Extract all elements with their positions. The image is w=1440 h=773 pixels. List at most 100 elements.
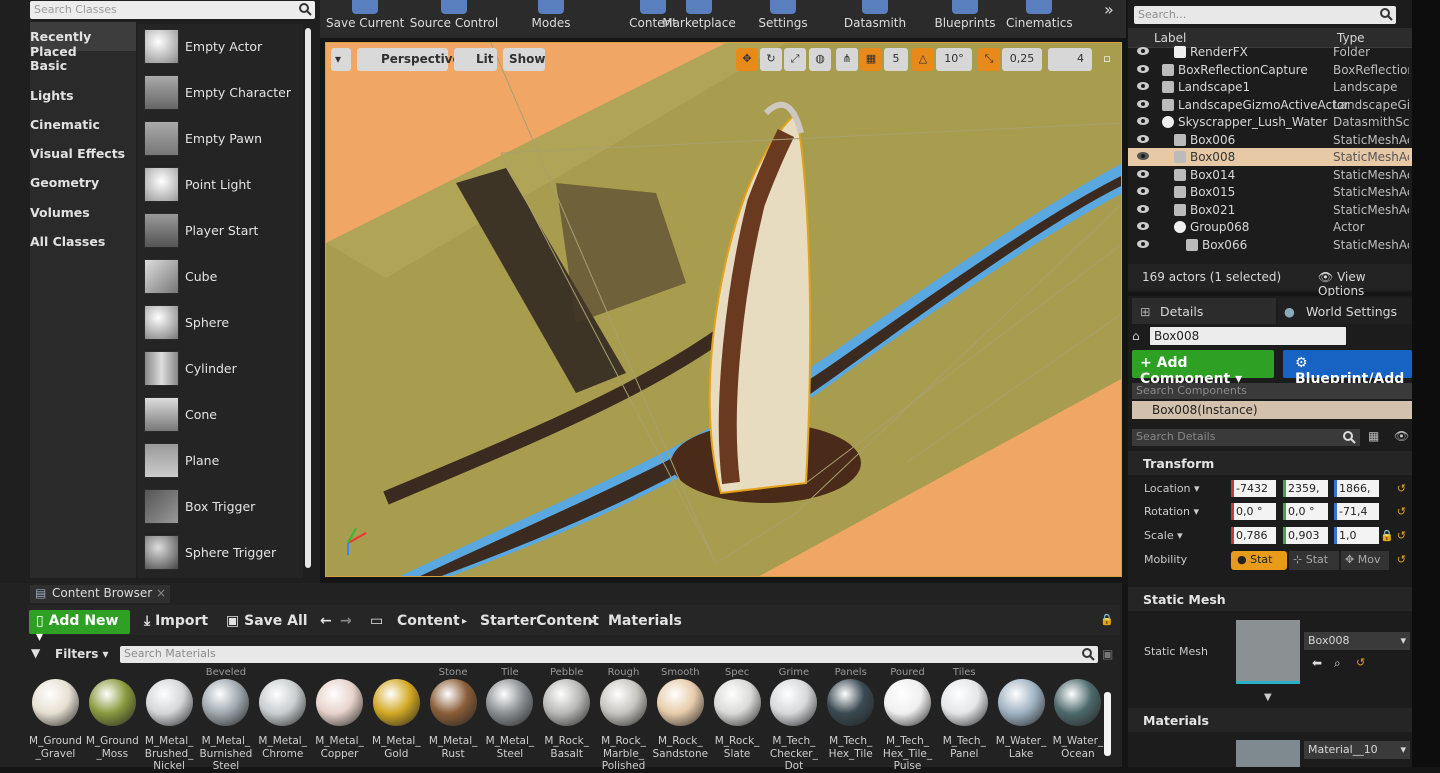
- scale-snap-value[interactable]: 0,25: [1002, 48, 1042, 71]
- visibility-eye-icon[interactable]: [1136, 116, 1150, 126]
- blueprint-add-button[interactable]: ⚙ Blueprint/Add: [1283, 350, 1412, 387]
- material-tile[interactable]: Smooth M_Rock_ Sandstone: [653, 667, 709, 767]
- content-scrollbar[interactable]: [1104, 692, 1111, 756]
- material-thumbnail[interactable]: [1236, 740, 1300, 767]
- expand-chevron-icon[interactable]: ▼: [1264, 692, 1272, 703]
- viewport-options-button[interactable]: ▾: [331, 48, 351, 71]
- visibility-eye-icon[interactable]: [1136, 221, 1150, 231]
- add-component-button[interactable]: + Add Component ▾: [1132, 350, 1274, 387]
- add-new-button[interactable]: ▯ Add New ▾: [29, 610, 130, 645]
- outliner-row[interactable]: Box015 StaticMeshActor: [1128, 183, 1412, 201]
- outliner-row[interactable]: Box014 StaticMeshActor: [1128, 166, 1412, 184]
- actor-cylinder[interactable]: Cylinder: [138, 346, 303, 390]
- material-tile[interactable]: Grime M_Tech_ Checker_ Dot: [766, 667, 821, 772]
- outliner-row[interactable]: Box006 StaticMeshActor: [1128, 131, 1412, 149]
- toolbar-cinematics-button[interactable]: Cinematics: [1006, 0, 1073, 38]
- location-z-field[interactable]: 1866,: [1334, 480, 1379, 497]
- material-dropdown[interactable]: Material__10 ▾: [1304, 741, 1410, 759]
- category-geometry[interactable]: Geometry: [30, 168, 136, 197]
- visibility-eye-icon[interactable]: [1136, 134, 1150, 144]
- toolbar-save-current-button[interactable]: Save Current: [326, 0, 404, 38]
- surface-snap-icon[interactable]: ⋔: [836, 48, 858, 71]
- visibility-eye-icon[interactable]: [1136, 99, 1150, 109]
- toolbar-blueprints-button[interactable]: Blueprints: [926, 0, 1004, 38]
- material-tile[interactable]: Panels M_Tech_ Hex_Tile: [823, 667, 878, 767]
- material-tile[interactable]: M_Ground _Moss: [85, 667, 140, 767]
- location-label[interactable]: Location ▾: [1144, 482, 1200, 495]
- rotation-label[interactable]: Rotation ▾: [1144, 505, 1199, 518]
- materials-section-header[interactable]: Materials: [1128, 708, 1412, 732]
- static-mesh-thumbnail[interactable]: [1236, 620, 1300, 684]
- reset-mesh-icon[interactable]: ↺: [1356, 656, 1365, 669]
- tab-details[interactable]: ⊞ Details: [1132, 298, 1276, 324]
- reset-mobility-icon[interactable]: ↺: [1397, 553, 1406, 566]
- world-local-icon[interactable]: ◍: [809, 48, 831, 71]
- material-tile[interactable]: Pebble M_Rock_ Basalt: [539, 667, 594, 767]
- material-tile[interactable]: Spec M_Rock_ Slate: [710, 667, 765, 767]
- toolbar-overflow-icon[interactable]: »: [1104, 0, 1114, 19]
- mobility-movable-option[interactable]: ✥ Mov: [1341, 551, 1389, 570]
- search-materials-input[interactable]: Search Materials: [120, 646, 1098, 663]
- reset-rotation-icon[interactable]: ↺: [1397, 505, 1406, 518]
- outliner-row[interactable]: Box021 StaticMeshActor: [1128, 201, 1412, 219]
- material-tile[interactable]: M_Metal_ Chrome: [255, 667, 310, 767]
- mobility-static-option[interactable]: ● Stat: [1231, 551, 1287, 570]
- category-volumes[interactable]: Volumes: [30, 198, 136, 227]
- lock-icon[interactable]: 🔒: [1100, 613, 1114, 626]
- grid-snap-icon[interactable]: ▦: [860, 48, 882, 71]
- scale-tool-icon[interactable]: ⤢: [784, 48, 806, 71]
- perspective-button[interactable]: Perspective: [357, 48, 461, 71]
- lit-button[interactable]: Lit: [454, 48, 497, 71]
- visibility-eye-icon[interactable]: [1136, 64, 1150, 74]
- grid-snap-value[interactable]: 5: [884, 48, 908, 71]
- material-tile[interactable]: Tile M_Metal_ Steel: [482, 667, 537, 767]
- actor-sphere-trigger[interactable]: Sphere Trigger: [138, 530, 303, 574]
- rotation-y-field[interactable]: 0,0 °: [1283, 503, 1328, 520]
- rotation-snap-value[interactable]: 10°: [936, 48, 972, 71]
- actor-point-light[interactable]: Point Light: [138, 162, 303, 206]
- rotation-z-field[interactable]: -71,4: [1334, 503, 1379, 520]
- rotation-snap-icon[interactable]: △: [912, 48, 934, 71]
- visibility-eye-icon[interactable]: [1136, 151, 1150, 161]
- visibility-eye-icon[interactable]: [1136, 81, 1150, 91]
- toolbar-datasmith-button[interactable]: Datasmith: [840, 0, 910, 38]
- actor-sphere[interactable]: Sphere: [138, 300, 303, 344]
- material-tile[interactable]: Tiles M_Tech_ Panel: [937, 667, 992, 767]
- actor-cube[interactable]: Cube: [138, 254, 303, 298]
- outliner-row[interactable]: BoxReflectionCapture BoxReflection: [1128, 61, 1412, 79]
- toolbar-modes-button[interactable]: Modes: [516, 0, 586, 38]
- actor-name-field[interactable]: Box008: [1150, 327, 1346, 345]
- outliner-search-input[interactable]: Search...: [1134, 6, 1396, 24]
- class-search-input[interactable]: Search Classes: [30, 1, 315, 19]
- material-tile[interactable]: M_Ground _Gravel: [28, 667, 83, 767]
- material-tile[interactable]: M_Metal_ Copper: [312, 667, 367, 767]
- visibility-eye-icon[interactable]: [1136, 46, 1150, 56]
- material-tile[interactable]: M_Water_ Ocean: [1050, 667, 1105, 767]
- actor-player-start[interactable]: Player Start: [138, 208, 303, 252]
- outliner-row[interactable]: Box066 StaticMeshActor: [1128, 236, 1412, 254]
- location-x-field[interactable]: -7432: [1231, 480, 1276, 497]
- outliner-row[interactable]: Box008 StaticMeshActor: [1128, 148, 1412, 166]
- toolbar-source-control-button[interactable]: Source Control: [408, 0, 500, 38]
- use-selected-arrow-icon[interactable]: ⬅: [1312, 656, 1322, 670]
- show-button[interactable]: Show: [503, 48, 546, 71]
- material-tile[interactable]: Beveled M_Metal_ Burnished Steel: [198, 667, 253, 772]
- tab-world-settings[interactable]: ● World Settings: [1278, 298, 1412, 324]
- actor-empty-pawn[interactable]: Empty Pawn: [138, 116, 303, 160]
- path-segment-startercontent[interactable]: StarterContent: [480, 613, 599, 629]
- scale-snap-icon[interactable]: ⤡: [978, 48, 1000, 71]
- material-tile[interactable]: M_Metal_ Gold: [369, 667, 424, 767]
- scale-y-field[interactable]: 0,903: [1283, 527, 1328, 544]
- static-mesh-dropdown[interactable]: Box008 ▾: [1304, 632, 1410, 650]
- path-segment-content[interactable]: Content: [397, 613, 460, 629]
- path-segment-materials[interactable]: Materials: [608, 613, 682, 629]
- close-icon[interactable]: ×: [156, 586, 166, 600]
- actor-empty-actor[interactable]: Empty Actor: [138, 24, 303, 68]
- actor-box-trigger[interactable]: Box Trigger: [138, 484, 303, 528]
- visibility-eye-icon[interactable]: 👁: [1394, 429, 1409, 443]
- outliner-row[interactable]: Skyscrapper_Lush_Water DatasmithScene: [1128, 113, 1412, 131]
- browse-search-icon[interactable]: ⌕: [1334, 656, 1341, 671]
- material-tile[interactable]: M_Water_ Lake: [994, 667, 1049, 767]
- mobility-stationary-option[interactable]: ⊹ Stat: [1289, 551, 1339, 570]
- actor-plane[interactable]: Plane: [138, 438, 303, 482]
